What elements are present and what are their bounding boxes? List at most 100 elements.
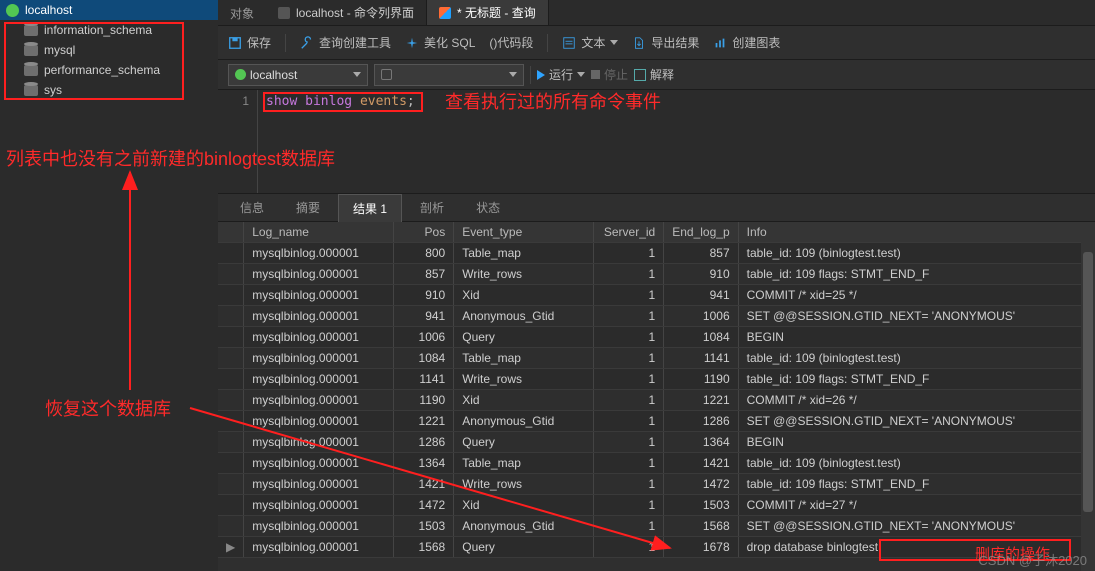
- table-row[interactable]: mysqlbinlog.0000011472Xid11503COMMIT /* …: [218, 495, 1095, 516]
- db-item-performance-schema[interactable]: performance_schema: [0, 60, 218, 80]
- table-row[interactable]: ▶mysqlbinlog.0000011568Query11678drop da…: [218, 537, 1095, 558]
- query-builder-button[interactable]: 查询创建工具: [300, 34, 391, 51]
- table-row[interactable]: mysqlbinlog.0000011364Table_map11421tabl…: [218, 453, 1095, 474]
- cell-pos: 1503: [394, 516, 454, 537]
- export-button[interactable]: 导出结果: [632, 34, 699, 51]
- objects-label[interactable]: 对象: [218, 0, 266, 25]
- connection-icon: [235, 69, 246, 80]
- table-row[interactable]: mysqlbinlog.0000011503Anonymous_Gtid1156…: [218, 516, 1095, 537]
- row-marker: [218, 243, 244, 264]
- snippet-button[interactable]: ()代码段: [489, 34, 533, 51]
- watermark: CSDN @子沐2020: [978, 550, 1087, 569]
- cell-serverid: 1: [594, 432, 664, 453]
- chevron-down-icon: [610, 40, 618, 45]
- cell-endlogpos: 1221: [664, 390, 738, 411]
- cell-logname: mysqlbinlog.000001: [244, 264, 394, 285]
- database-icon: [24, 85, 38, 96]
- db-item-mysql[interactable]: mysql: [0, 40, 218, 60]
- table-row[interactable]: mysqlbinlog.000001910Xid1941COMMIT /* xi…: [218, 285, 1095, 306]
- table-row[interactable]: mysqlbinlog.0000011421Write_rows11472tab…: [218, 474, 1095, 495]
- col-logname[interactable]: Log_name: [244, 222, 394, 243]
- col-info[interactable]: Info: [738, 222, 1094, 243]
- cell-eventtype: Table_map: [454, 348, 594, 369]
- col-serverid[interactable]: Server_id: [594, 222, 664, 243]
- chart-button[interactable]: 创建图表: [713, 34, 780, 51]
- connection-combo[interactable]: localhost: [228, 64, 368, 86]
- result-grid[interactable]: Log_name Pos Event_type Server_id End_lo…: [218, 222, 1095, 571]
- table-row[interactable]: mysqlbinlog.0000011221Anonymous_Gtid1128…: [218, 411, 1095, 432]
- run-button[interactable]: 运行: [537, 66, 585, 83]
- cell-logname: mysqlbinlog.000001: [244, 432, 394, 453]
- rtab-status[interactable]: 状态: [462, 194, 514, 221]
- rtab-summary[interactable]: 摘要: [282, 194, 334, 221]
- row-marker: ▶: [218, 537, 244, 558]
- stop-button[interactable]: 停止: [591, 66, 628, 83]
- table-row[interactable]: mysqlbinlog.000001941Anonymous_Gtid11006…: [218, 306, 1095, 327]
- cell-logname: mysqlbinlog.000001: [244, 285, 394, 306]
- tabstrip: 对象 localhost - 命令列界面 * 无标题 - 查询: [218, 0, 1095, 26]
- cell-serverid: 1: [594, 243, 664, 264]
- db-label: mysql: [44, 43, 75, 57]
- cell-eventtype: Write_rows: [454, 369, 594, 390]
- cell-eventtype: Table_map: [454, 453, 594, 474]
- table-row[interactable]: mysqlbinlog.000001800Table_map1857table_…: [218, 243, 1095, 264]
- db-label: sys: [44, 83, 62, 97]
- table-row[interactable]: mysqlbinlog.0000011190Xid11221COMMIT /* …: [218, 390, 1095, 411]
- scrollbar-thumb[interactable]: [1083, 252, 1093, 512]
- run-label: 运行: [549, 66, 573, 83]
- rtab-profile[interactable]: 剖析: [406, 194, 458, 221]
- row-marker: [218, 411, 244, 432]
- cell-logname: mysqlbinlog.000001: [244, 453, 394, 474]
- cell-logname: mysqlbinlog.000001: [244, 516, 394, 537]
- col-pos[interactable]: Pos: [394, 222, 454, 243]
- cell-pos: 800: [394, 243, 454, 264]
- cell-pos: 857: [394, 264, 454, 285]
- row-marker: [218, 432, 244, 453]
- code-area[interactable]: show binlog events;: [258, 90, 423, 193]
- connection-item[interactable]: localhost: [0, 0, 218, 20]
- cell-info: SET @@SESSION.GTID_NEXT= 'ANONYMOUS': [738, 411, 1094, 432]
- cell-serverid: 1: [594, 495, 664, 516]
- cell-logname: mysqlbinlog.000001: [244, 306, 394, 327]
- database-icon: [381, 69, 392, 80]
- cell-info: BEGIN: [738, 327, 1094, 348]
- table-row[interactable]: mysqlbinlog.0000011286Query11364BEGIN: [218, 432, 1095, 453]
- cell-pos: 1286: [394, 432, 454, 453]
- cell-info: table_id: 109 (binlogtest.test): [738, 453, 1094, 474]
- cell-eventtype: Anonymous_Gtid: [454, 306, 594, 327]
- connection-label: localhost: [25, 3, 72, 17]
- kw-binlog: binlog: [305, 94, 352, 109]
- rtab-info[interactable]: 信息: [226, 194, 278, 221]
- table-row[interactable]: mysqlbinlog.0000011141Write_rows11190tab…: [218, 369, 1095, 390]
- vertical-scrollbar[interactable]: [1081, 222, 1095, 571]
- cell-pos: 1568: [394, 537, 454, 558]
- cell-serverid: 1: [594, 453, 664, 474]
- cell-info: SET @@SESSION.GTID_NEXT= 'ANONYMOUS': [738, 306, 1094, 327]
- beautify-button[interactable]: 美化 SQL: [405, 34, 475, 51]
- play-icon: [537, 70, 545, 80]
- text-button[interactable]: 文本: [562, 34, 618, 51]
- tab-cli[interactable]: localhost - 命令列界面: [266, 0, 427, 25]
- tab-query[interactable]: * 无标题 - 查询: [427, 0, 549, 25]
- database-combo[interactable]: [374, 64, 524, 86]
- table-row[interactable]: mysqlbinlog.0000011006Query11084BEGIN: [218, 327, 1095, 348]
- col-endlogpos[interactable]: End_log_p: [664, 222, 738, 243]
- semicolon: ;: [407, 94, 415, 109]
- table-row[interactable]: mysqlbinlog.0000011084Table_map11141tabl…: [218, 348, 1095, 369]
- cell-info: table_id: 109 (binlogtest.test): [738, 348, 1094, 369]
- db-item-sys[interactable]: sys: [0, 80, 218, 100]
- table-row[interactable]: mysqlbinlog.000001857Write_rows1910table…: [218, 264, 1095, 285]
- col-eventtype[interactable]: Event_type: [454, 222, 594, 243]
- result-tabs: 信息 摘要 结果 1 剖析 状态: [218, 194, 1095, 222]
- main-pane: 对象 localhost - 命令列界面 * 无标题 - 查询 保存 查询创建工…: [218, 0, 1095, 571]
- sql-editor[interactable]: 1 show binlog events;: [218, 90, 1095, 194]
- save-button[interactable]: 保存: [228, 34, 271, 51]
- cell-pos: 910: [394, 285, 454, 306]
- cell-info: BEGIN: [738, 432, 1094, 453]
- cell-serverid: 1: [594, 390, 664, 411]
- cell-pos: 1190: [394, 390, 454, 411]
- db-item-information-schema[interactable]: information_schema: [0, 20, 218, 40]
- rtab-result1[interactable]: 结果 1: [338, 194, 402, 222]
- explain-button[interactable]: 解释: [634, 66, 674, 83]
- database-icon: [24, 65, 38, 76]
